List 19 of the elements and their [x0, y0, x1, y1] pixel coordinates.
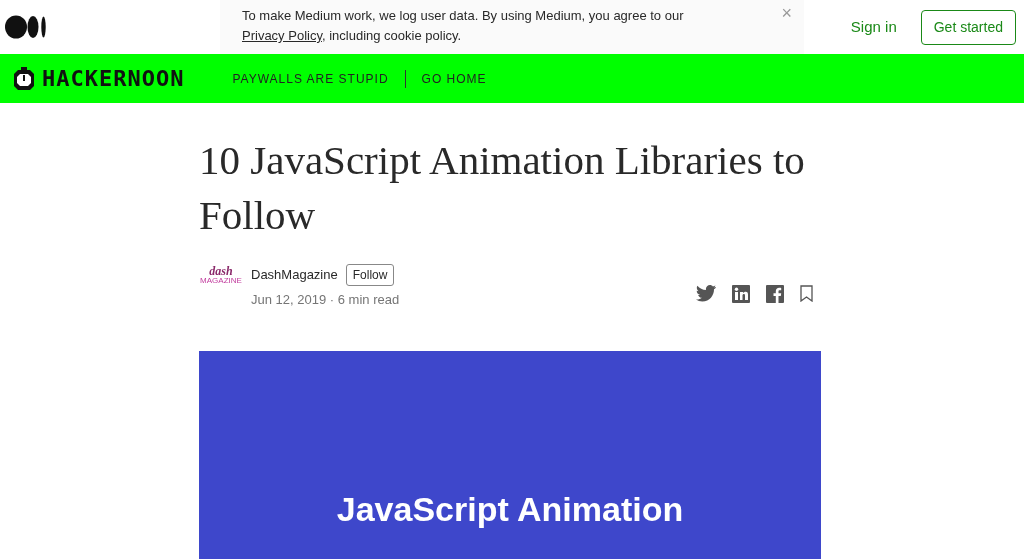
author-avatar[interactable]: dash MAGAZINE — [199, 264, 243, 309]
author-name[interactable]: DashMagazine — [251, 265, 338, 285]
nav-link[interactable]: GO HOME — [421, 69, 487, 88]
medium-logo-icon[interactable] — [5, 15, 47, 39]
hero-title: JavaScript Animation — [335, 488, 685, 530]
facebook-icon[interactable] — [766, 284, 784, 303]
linkedin-icon[interactable] — [732, 284, 750, 303]
nav-link[interactable]: PAYWALLS ARE STUPID — [232, 69, 389, 88]
stopwatch-icon — [12, 66, 36, 91]
get-started-button[interactable]: Get started — [920, 9, 1016, 45]
bookmark-icon[interactable] — [800, 285, 813, 303]
sign-in-link[interactable]: Sign in — [850, 15, 897, 39]
follow-button[interactable]: Follow — [345, 264, 395, 286]
cookie-notice: To make Medium work, we log user data. By using Medium, you agree to our Privacy Policy, including cookie policy. — [242, 7, 685, 45]
article-meta: Jun 12, 2019 · 6 min read — [251, 291, 400, 309]
logo-text[interactable]: HACKERNOON — [42, 62, 185, 95]
article-title: 10 JavaScript Animation Libraries to Follow — [199, 136, 806, 240]
bird-icon[interactable] — [696, 285, 716, 303]
privacy-policy-link[interactable]: Privacy Policy — [242, 28, 322, 43]
